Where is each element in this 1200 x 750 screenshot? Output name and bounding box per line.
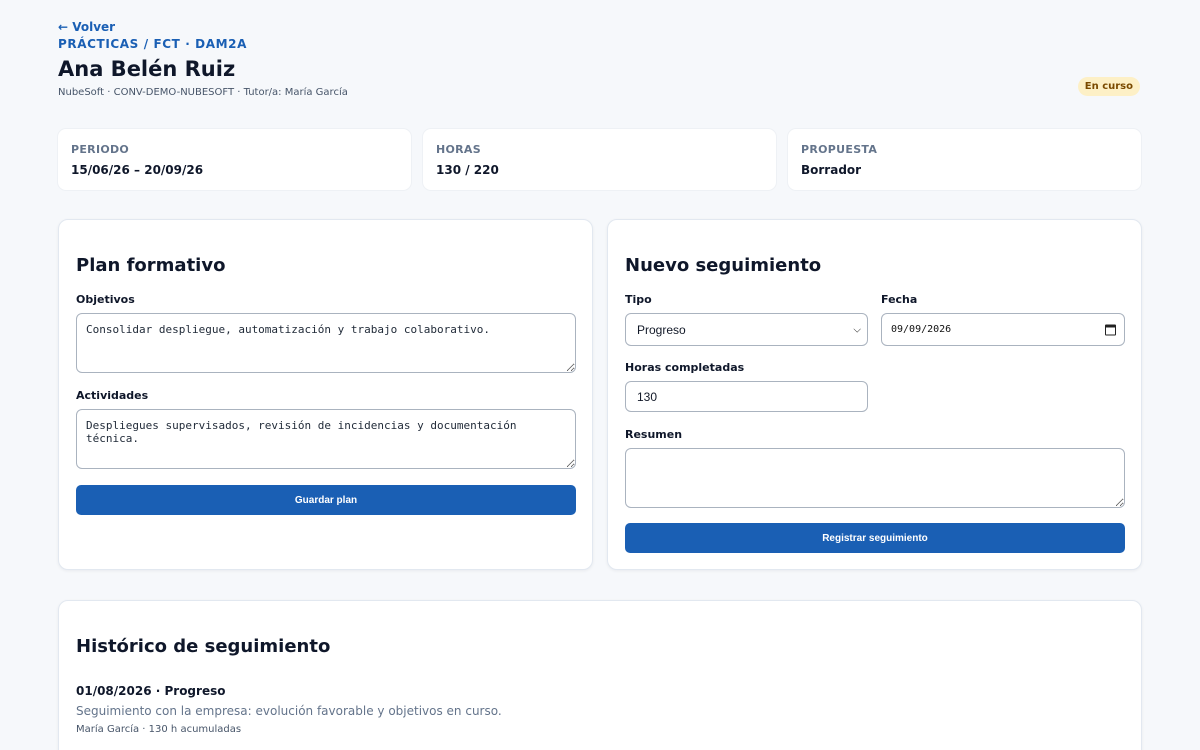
- historico-panel: Histórico de seguimiento 01/08/2026 · Pr…: [58, 600, 1142, 750]
- actividades-label: Actividades: [76, 389, 149, 402]
- resumen-label: Resumen: [625, 428, 683, 441]
- history-entry-header: 01/08/2026 · Progreso: [76, 684, 226, 698]
- stat-card-periodo: PERIODO 15/06/26 – 20/09/26: [58, 129, 411, 190]
- objetivos-label: Objetivos: [76, 293, 135, 306]
- calendar-icon[interactable]: [1105, 324, 1116, 335]
- fecha-value: 09/09/2026: [891, 324, 952, 335]
- status-badge: En curso: [1077, 77, 1140, 96]
- fecha-label: Fecha: [881, 293, 918, 306]
- history-entry-meta: María García · 130 h acumuladas: [76, 724, 242, 735]
- fecha-input[interactable]: 09/09/2026: [881, 313, 1125, 346]
- horas-completadas-input[interactable]: 130: [625, 381, 868, 412]
- guardar-plan-button[interactable]: Guardar plan: [76, 485, 576, 515]
- resumen-textarea[interactable]: [625, 448, 1125, 508]
- page-title: Ana Belén Ruiz: [58, 57, 236, 81]
- stat-label: PERIODO: [71, 143, 130, 156]
- historico-title: Histórico de seguimiento: [76, 636, 331, 657]
- horas-completadas-label: Horas completadas: [625, 361, 745, 374]
- stat-card-horas: HORAS 130 / 220: [423, 129, 776, 190]
- nuevo-seguimiento-title: Nuevo seguimiento: [625, 255, 822, 276]
- tipo-select-value: Progreso: [637, 322, 686, 337]
- plan-formativo-panel: Plan formativo Objetivos Consolidar desp…: [58, 219, 593, 570]
- nuevo-seguimiento-panel: Nuevo seguimiento Tipo Progreso ⌵ Fecha …: [607, 219, 1142, 570]
- objetivos-textarea[interactable]: Consolidar despliegue, automatización y …: [76, 313, 576, 373]
- page-subtitle: NubeSoft · CONV-DEMO-NUBESOFT · Tutor/a:…: [58, 87, 348, 98]
- plan-formativo-title: Plan formativo: [76, 255, 226, 276]
- stat-value: Borrador: [801, 163, 862, 177]
- registrar-seguimiento-button[interactable]: Registrar seguimiento: [625, 523, 1125, 553]
- stat-value: 15/06/26 – 20/09/26: [71, 163, 204, 177]
- horas-completadas-value: 130: [637, 389, 658, 404]
- stat-value: 130 / 220: [436, 163, 499, 177]
- tipo-label: Tipo: [625, 293, 652, 306]
- tipo-select[interactable]: Progreso ⌵: [625, 313, 868, 346]
- stat-label: HORAS: [436, 143, 481, 156]
- actividades-textarea[interactable]: Despliegues supervisados, revisión de in…: [76, 409, 576, 469]
- history-entry-text: Seguimiento con la empresa: evolución fa…: [76, 704, 502, 718]
- stat-label: PROPUESTA: [801, 143, 878, 156]
- back-link[interactable]: ← Volver: [58, 20, 115, 34]
- chevron-down-icon: ⌵: [853, 324, 861, 335]
- breadcrumb: PRÁCTICAS / FCT · DAM2A: [58, 37, 247, 51]
- stat-card-propuesta: PROPUESTA Borrador: [788, 129, 1141, 190]
